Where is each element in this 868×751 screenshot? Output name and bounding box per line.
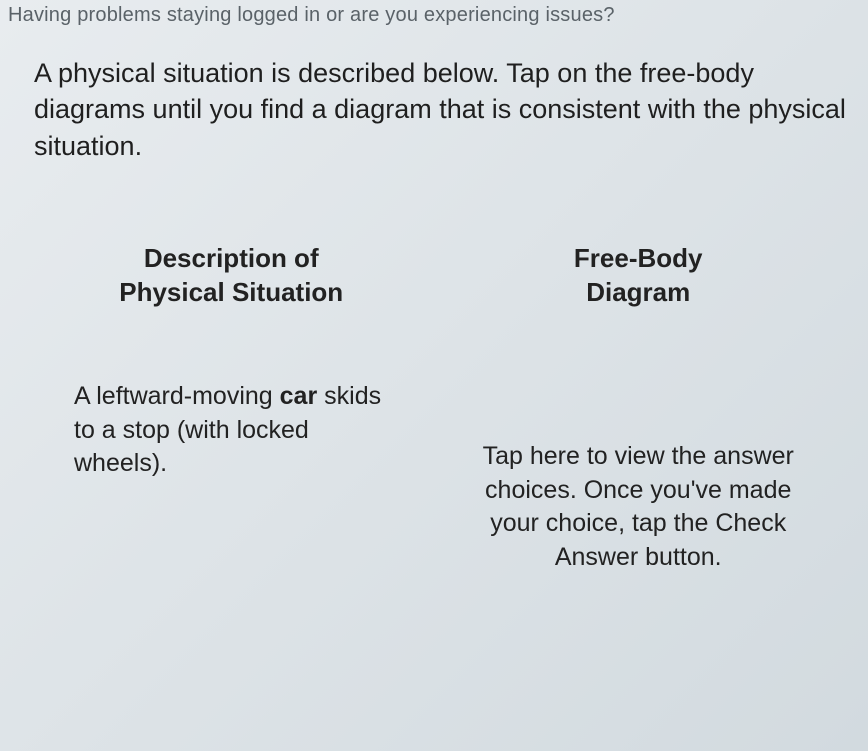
instructions-text: A physical situation is described below.… [34, 55, 848, 164]
login-problems-banner: Having problems staying logged in or are… [0, 0, 868, 27]
description-header-line2: Physical Situation [119, 277, 343, 307]
two-column-layout: Description of Physical Situation A left… [34, 242, 848, 575]
diagram-column: Free-Body Diagram Tap here to view the a… [448, 242, 848, 575]
diagram-header: Free-Body Diagram [448, 242, 828, 310]
answer-choices-tap-area[interactable]: Tap here to view the answer choices. Onc… [448, 440, 828, 575]
banner-text: Having problems staying logged in or are… [8, 4, 615, 26]
diagram-header-line1: Free-Body [574, 243, 703, 273]
description-header: Description of Physical Situation [54, 242, 408, 310]
description-header-line1: Description of [144, 243, 319, 273]
answer-prompt-text: Tap here to view the answer choices. Onc… [483, 442, 794, 571]
main-content: A physical situation is described below.… [0, 27, 868, 575]
situation-bold: car [280, 382, 318, 410]
situation-pre: A leftward-moving [74, 382, 280, 410]
physical-situation-text: A leftward-moving car skids to a stop (w… [74, 380, 408, 481]
diagram-header-line2: Diagram [586, 277, 690, 307]
description-column: Description of Physical Situation A left… [34, 242, 408, 575]
